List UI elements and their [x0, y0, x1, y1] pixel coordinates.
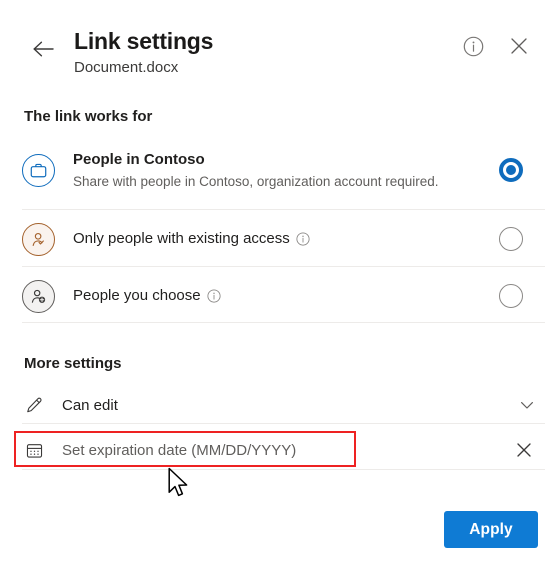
radio-only-people-with-existing-access[interactable]	[499, 227, 523, 251]
pencil-icon	[22, 396, 46, 415]
divider	[22, 209, 545, 210]
divider	[22, 266, 545, 267]
clear-expiration-button[interactable]	[512, 438, 536, 462]
close-icon	[511, 38, 527, 54]
permission-label: Can edit	[62, 396, 118, 414]
close-icon	[517, 443, 531, 457]
option-text: People you choose	[73, 286, 499, 306]
option-description: Share with people in Contoso, organizati…	[73, 173, 439, 189]
more-settings-heading: More settings	[24, 355, 122, 372]
option-label-line: People you choose	[73, 286, 499, 306]
option-label-line: Only people with existing access	[73, 229, 499, 249]
arrow-left-icon	[33, 41, 54, 57]
option-only-people-with-existing-access[interactable]: Only people with existing access	[22, 213, 532, 265]
info-icon	[463, 36, 483, 56]
page-title: Link settings	[74, 28, 214, 54]
option-text: Only people with existing access	[73, 229, 499, 249]
divider	[22, 469, 545, 470]
divider	[22, 322, 545, 323]
radio-people-in-contoso[interactable]	[499, 158, 523, 182]
radio-people-you-choose[interactable]	[499, 284, 523, 308]
divider	[22, 423, 545, 424]
info-icon[interactable]	[207, 289, 222, 304]
page-subtitle: Document.docx	[74, 59, 179, 76]
option-people-in-contoso[interactable]: People in Contoso Share with people in C…	[22, 144, 532, 196]
option-text: People in Contoso Share with people in C…	[73, 150, 499, 191]
dialog-header: Link settings Document.docx	[0, 0, 553, 92]
chevron-down-icon[interactable]	[515, 393, 539, 417]
info-button[interactable]	[461, 34, 485, 58]
mouse-cursor	[168, 467, 188, 497]
link-works-for-heading: The link works for	[24, 108, 153, 125]
header-actions	[461, 34, 531, 58]
option-people-you-choose[interactable]: People you choose	[22, 270, 532, 322]
info-icon[interactable]	[296, 232, 311, 247]
option-label-line: People in Contoso	[73, 150, 499, 170]
briefcase-icon	[22, 153, 55, 187]
expiration-placeholder: Set expiration date (MM/DD/YYYY)	[62, 441, 297, 459]
calendar-icon	[22, 441, 46, 460]
expiration-date-input[interactable]: Set expiration date (MM/DD/YYYY)	[14, 431, 356, 469]
person-check-icon	[22, 222, 55, 256]
back-button[interactable]	[27, 33, 59, 65]
permission-dropdown[interactable]: Can edit	[22, 386, 545, 424]
title-block: Link settings Document.docx	[74, 26, 213, 79]
person-add-icon	[22, 279, 55, 313]
option-title: Only people with existing access	[73, 230, 290, 247]
option-title: People you choose	[73, 287, 201, 304]
option-title: People in Contoso	[73, 150, 205, 168]
apply-button[interactable]: Apply	[444, 511, 538, 548]
close-button[interactable]	[507, 34, 531, 58]
expiration-row: Set expiration date (MM/DD/YYYY)	[14, 431, 545, 469]
